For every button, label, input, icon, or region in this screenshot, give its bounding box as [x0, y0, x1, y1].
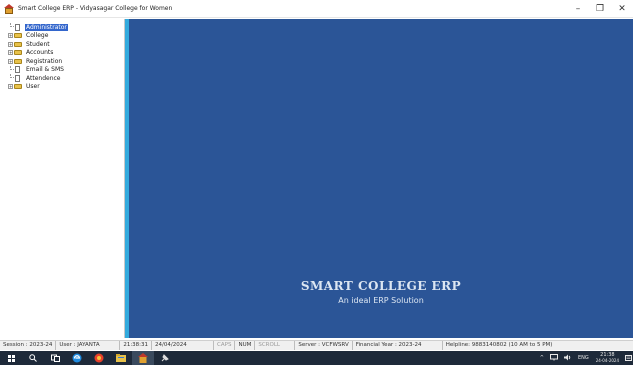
tree-item-label: Email & SMS	[26, 66, 64, 74]
status-session: Session : 2023-24	[0, 341, 57, 350]
status-helpline: Helpline: 9883140802 (10 AM to 5 PM)	[445, 342, 553, 348]
document-icon	[15, 23, 20, 31]
close-button[interactable]: ✕	[611, 0, 633, 18]
show-hidden-icons-icon[interactable]: ^	[537, 355, 547, 361]
expand-icon[interactable]: +	[8, 50, 13, 56]
status-scroll: SCROLL	[255, 341, 296, 350]
expand-icon[interactable]: +	[8, 33, 13, 39]
main-content-area: SMART COLLEGE ERP An ideal ERP Solution	[129, 19, 633, 338]
folder-icon	[14, 50, 22, 56]
notification-icon[interactable]	[623, 351, 633, 365]
windows-taskbar: ^ ENG 21:38 24-04-2024	[0, 351, 633, 365]
tree-item-administrator[interactable]: Administrator	[0, 23, 124, 32]
status-bar: Session : 2023-24 User : JAYANTA 21:38:3…	[0, 340, 633, 350]
tree-item-label: Administrator	[25, 23, 68, 31]
minimize-button[interactable]: –	[567, 0, 589, 18]
file-explorer-icon[interactable]	[110, 351, 132, 365]
window-controls: – ❐ ✕	[567, 0, 633, 18]
system-tray: ^ ENG 21:38 24-04-2024	[537, 351, 633, 365]
restore-button[interactable]: ❐	[589, 0, 611, 18]
brand-subtitle: An ideal ERP Solution	[338, 296, 424, 305]
tree-connector	[10, 23, 14, 28]
status-num: NUM	[235, 341, 256, 350]
language-indicator[interactable]: ENG	[575, 355, 592, 361]
window-title: Smart College ERP - Vidyasagar College f…	[18, 5, 173, 12]
erp-app-icon[interactable]	[132, 351, 154, 365]
status-financial-year: Financial Year : 2023-24	[353, 341, 443, 350]
expand-icon[interactable]: +	[8, 58, 13, 64]
tree-item-label: Registration	[26, 57, 63, 65]
volume-icon[interactable]	[561, 354, 575, 363]
status-server: Server : VCFWSRV	[295, 341, 353, 350]
tree-item-label: Attendence	[26, 74, 61, 82]
tree-connector	[10, 74, 14, 79]
tree-item-label: Accounts	[26, 49, 54, 57]
expand-icon[interactable]: +	[8, 84, 13, 90]
brand-title: SMART COLLEGE ERP	[300, 279, 462, 293]
network-icon[interactable]	[547, 353, 561, 363]
status-time: 21:38:31	[120, 341, 153, 350]
clock-date: 24-04-2024	[595, 358, 619, 363]
expand-icon[interactable]: +	[8, 41, 13, 47]
tree-item-college[interactable]: + College	[0, 32, 124, 41]
search-icon[interactable]	[22, 351, 44, 365]
task-view-icon[interactable]	[44, 351, 66, 365]
tree-item-label: Student	[26, 40, 50, 48]
taskbar-clock[interactable]: 21:38 24-04-2024	[592, 353, 623, 364]
tree-item-attendence[interactable]: Attendence	[0, 74, 124, 83]
app-icon	[4, 3, 14, 14]
tree-item-label: College	[26, 32, 49, 40]
navigation-tree: Administrator + College + Student + Acco…	[0, 19, 125, 338]
folder-icon	[14, 58, 22, 64]
edge-icon[interactable]	[66, 351, 88, 365]
document-icon	[15, 74, 20, 82]
status-date: 24/04/2024	[152, 341, 215, 350]
tree-item-accounts[interactable]: + Accounts	[0, 49, 124, 58]
pin-icon[interactable]	[154, 351, 176, 365]
folder-icon	[14, 33, 22, 39]
folder-icon	[14, 41, 22, 47]
tree-item-label: User	[26, 83, 40, 91]
status-caps: CAPS	[214, 341, 236, 350]
app-icon[interactable]	[88, 351, 110, 365]
document-icon	[15, 66, 20, 74]
title-bar: Smart College ERP - Vidyasagar College f…	[0, 0, 633, 18]
tree-item-email-sms[interactable]: Email & SMS	[0, 65, 124, 75]
tree-connector	[10, 65, 14, 70]
windows-start-icon[interactable]	[0, 351, 22, 365]
status-user: User : JAYANTA	[56, 341, 121, 350]
folder-icon	[14, 84, 22, 90]
tree-item-user[interactable]: + User	[0, 83, 124, 92]
tree-item-student[interactable]: + Student	[0, 40, 124, 49]
tree-item-registration[interactable]: + Registration	[0, 57, 124, 66]
